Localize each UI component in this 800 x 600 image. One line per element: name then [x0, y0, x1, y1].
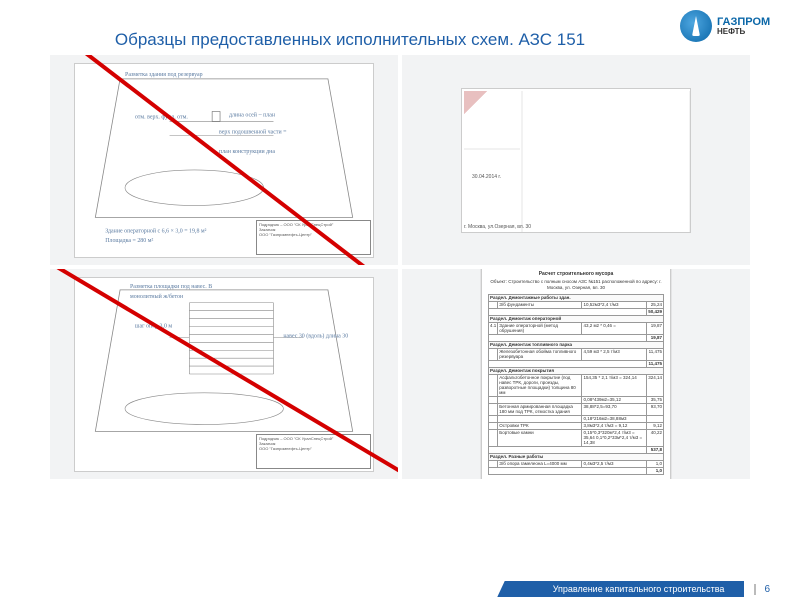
page-number: 6: [754, 584, 770, 595]
logo-main: ГАЗПРОМ: [717, 17, 770, 28]
tb-customer-n: ООО "Газпромнефть-Центр": [259, 232, 368, 237]
thumbnail-grid: Разметка здания под резервуар отм. верх.…: [0, 55, 800, 479]
scan-address: г. Москва, ул.Озерная, вл. 30: [464, 224, 531, 230]
table-section-header: Раздел. Демонтажные работы здан.: [489, 294, 664, 301]
table-total-row: 537,8: [489, 446, 664, 453]
scan-lines: [462, 89, 690, 232]
table-total-row: 50,429: [489, 308, 664, 315]
table-row: Островки ТРК3,8м3*2,4 т/м3 = 9,129,12: [489, 422, 664, 429]
table-row: Бетонная армированная площадка 180 мм по…: [489, 403, 664, 415]
table-row: 4.1Здание операторной (метод обрушения)4…: [489, 322, 664, 334]
table-row: 0,08*439м2=35,1235,75: [489, 396, 664, 403]
title-block-1: Подрядчик – ООО "СК УралСпецСтрой" Заказ…: [256, 220, 371, 255]
svg-text:план конструкции дна: план конструкции дна: [219, 149, 275, 155]
logo-flame-icon: [680, 10, 712, 42]
svg-text:Разметка площадки под навес. В: Разметка площадки под навес. В: [130, 283, 212, 289]
svg-text:Здание операторной с 6,6 × 3,0: Здание операторной с 6,6 × 3,0 = 19,8 м²: [105, 227, 206, 234]
td-subtitle: Объект: Строительство с полным сносом АЗ…: [488, 279, 664, 290]
slide-header: Образцы предоставленных исполнительных с…: [0, 0, 800, 55]
svg-text:отм. верх. фунд. отм.: отм. верх. фунд. отм.: [135, 113, 188, 120]
logo-gazprom: ГАЗПРОМ НЕФТЬ: [680, 10, 780, 42]
table-row: З/б опора гамелеона L=4000 мм0,4м3*2,5 т…: [489, 460, 664, 467]
td-title: Расчет строительного мусора: [488, 271, 664, 277]
table-section-header: Раздел. Демонтаж операторной: [489, 315, 664, 322]
calc-table-doc: Расчет строительного мусора Объект: Стро…: [481, 269, 671, 479]
table-row: Железобетонная обойма топливного резерву…: [489, 348, 664, 360]
drawing-doc-1: Разметка здания под резервуар отм. верх.…: [74, 63, 374, 258]
footer-label: Управление капитального строительства: [513, 581, 745, 597]
logo-sub: НЕФТЬ: [717, 28, 770, 36]
table-row: Бортовые камни0,15*0,3*320м*2,4 т/м3 = 3…: [489, 429, 664, 446]
table-row: З/б фундаменты10,52м3*2,4 т/м325,24: [489, 301, 664, 308]
svg-text:Разметка здания под резервуар: Разметка здания под резервуар: [125, 71, 203, 77]
svg-text:длина осей ~ план: длина осей ~ план: [229, 111, 276, 118]
cell-scheme-3: Разметка площадки под навес. В монолитны…: [50, 269, 398, 479]
svg-text:навес 30 (вдоль) длина 30: навес 30 (вдоль) длина 30: [283, 332, 348, 339]
drawing-doc-2: Разметка площадки под навес. В монолитны…: [74, 277, 374, 472]
title-block-2: Подрядчик – ООО "СК УралСпецСтрой" Заказ…: [256, 434, 371, 469]
table-row: Асфальтобетонное покрытие (под навес ТРК…: [489, 374, 664, 396]
page-title: Образцы предоставленных исполнительных с…: [20, 30, 680, 50]
table-total-row: 11,475: [489, 360, 664, 367]
scan-date: 30.04.2014 г.: [472, 174, 501, 180]
cell-scheme-2: 30.04.2014 г. г. Москва, ул.Озерная, вл.…: [402, 55, 750, 265]
svg-text:верх подошвенной части =: верх подошвенной части =: [219, 128, 287, 135]
cell-table-doc: Расчет строительного мусора Объект: Стро…: [402, 269, 750, 479]
table-row: 0,18*216м2=38,88м3: [489, 415, 664, 422]
scan-fragment-doc: 30.04.2014 г. г. Москва, ул.Озерная, вл.…: [461, 88, 691, 233]
cell-scheme-1: Разметка здания под резервуар отм. верх.…: [50, 55, 398, 265]
table-total-row: 19,87: [489, 334, 664, 341]
table-section-header: Раздел. Демонтаж покрытия: [489, 367, 664, 374]
svg-text:монолитный ж/бетон: монолитный ж/бетон: [130, 292, 184, 299]
logo-text: ГАЗПРОМ НЕФТЬ: [717, 17, 770, 36]
table-section-header: Раздел. Демонтаж топливного парка: [489, 341, 664, 348]
tb2-customer-n: ООО "Газпромнефть-Центр": [259, 446, 368, 451]
svg-text:шаг опор 3,0 м: шаг опор 3,0 м: [135, 323, 173, 329]
svg-text:Площадка = 280 м²: Площадка = 280 м²: [105, 238, 153, 244]
table-total-row: 1,0: [489, 467, 664, 474]
table-section-header: Раздел. Разные работы: [489, 453, 664, 460]
slide-footer: Управление капитального строительства 6: [0, 578, 800, 600]
calc-table: Раздел. Демонтажные работы здан.З/б фунд…: [488, 294, 664, 475]
